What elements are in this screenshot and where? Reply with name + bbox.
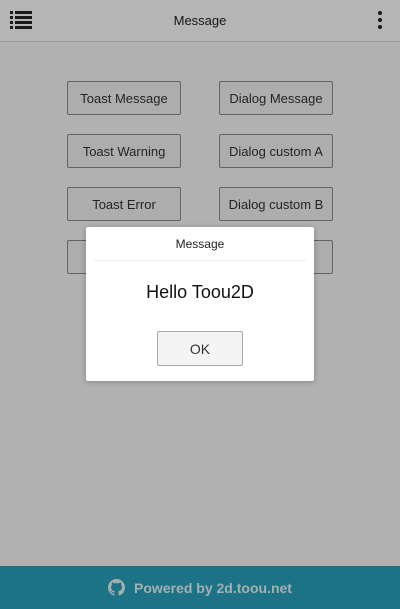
- dialog-title: Message: [175, 236, 225, 251]
- app-window: Message Toast Message Dialog Message Toa…: [0, 0, 400, 609]
- ok-button[interactable]: OK: [157, 331, 243, 366]
- dialog-message-text: Hello Toou2D: [146, 281, 254, 302]
- message-dialog: Message Hello Toou2D OK: [86, 227, 314, 381]
- dialog-divider: [94, 260, 306, 261]
